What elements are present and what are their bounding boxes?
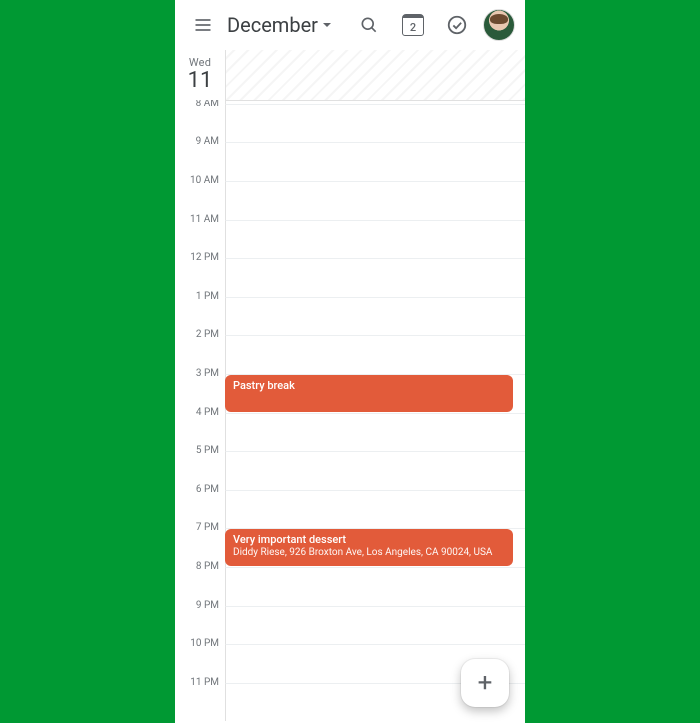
calendar-app: December 2: [175, 0, 525, 723]
hour-label: 12 PM: [175, 252, 225, 263]
month-picker[interactable]: December: [227, 13, 332, 37]
today-button[interactable]: 2: [395, 7, 431, 43]
plus-icon: +: [478, 668, 493, 698]
hour-label: 2 PM: [175, 329, 225, 340]
day-of-month: 11: [175, 69, 225, 93]
hour-label: 9 AM: [175, 136, 225, 147]
hour-label: 5 PM: [175, 445, 225, 456]
event-subtitle: Diddy Riese, 926 Broxton Ave, Los Angele…: [233, 546, 505, 559]
month-label: December: [227, 13, 318, 37]
day-label[interactable]: Wed 11: [175, 50, 225, 93]
hour-label: 7 PM: [175, 522, 225, 533]
all-day-area[interactable]: [225, 50, 525, 101]
calendar-event[interactable]: Very important dessertDiddy Riese, 926 B…: [225, 529, 513, 566]
app-header: December 2: [175, 0, 525, 50]
hour-label: 10 PM: [175, 638, 225, 649]
hour-label: 6 PM: [175, 484, 225, 495]
hour-label: 8 PM: [175, 561, 225, 572]
menu-icon[interactable]: [185, 7, 221, 43]
account-avatar[interactable]: [483, 9, 515, 41]
hour-label: 11 PM: [175, 677, 225, 688]
hour-label: 3 PM: [175, 368, 225, 379]
tasks-icon[interactable]: [439, 7, 475, 43]
event-title: Very important dessert: [233, 533, 505, 546]
event-title: Pastry break: [233, 379, 505, 392]
search-icon[interactable]: [351, 7, 387, 43]
calendar-day-icon: 2: [402, 14, 424, 36]
today-chip-day: 2: [410, 21, 416, 34]
hour-label: 10 AM: [175, 175, 225, 186]
create-event-fab[interactable]: +: [461, 659, 509, 707]
hour-label: 8 AM: [175, 100, 225, 109]
hour-label: 4 PM: [175, 407, 225, 418]
day-header-row: Wed 11: [175, 50, 525, 100]
hour-label: 9 PM: [175, 600, 225, 611]
day-grid[interactable]: 1 AM2 AM3 AM4 AM5 AM6 AM7 AM8 AM9 AM10 A…: [175, 100, 525, 723]
hour-label: 11 AM: [175, 214, 225, 225]
chevron-down-icon: [322, 20, 332, 30]
calendar-event[interactable]: Pastry break: [225, 375, 513, 412]
hour-label: 1 PM: [175, 291, 225, 302]
events-layer: Pastry break Very important dessertDiddy …: [225, 100, 513, 721]
